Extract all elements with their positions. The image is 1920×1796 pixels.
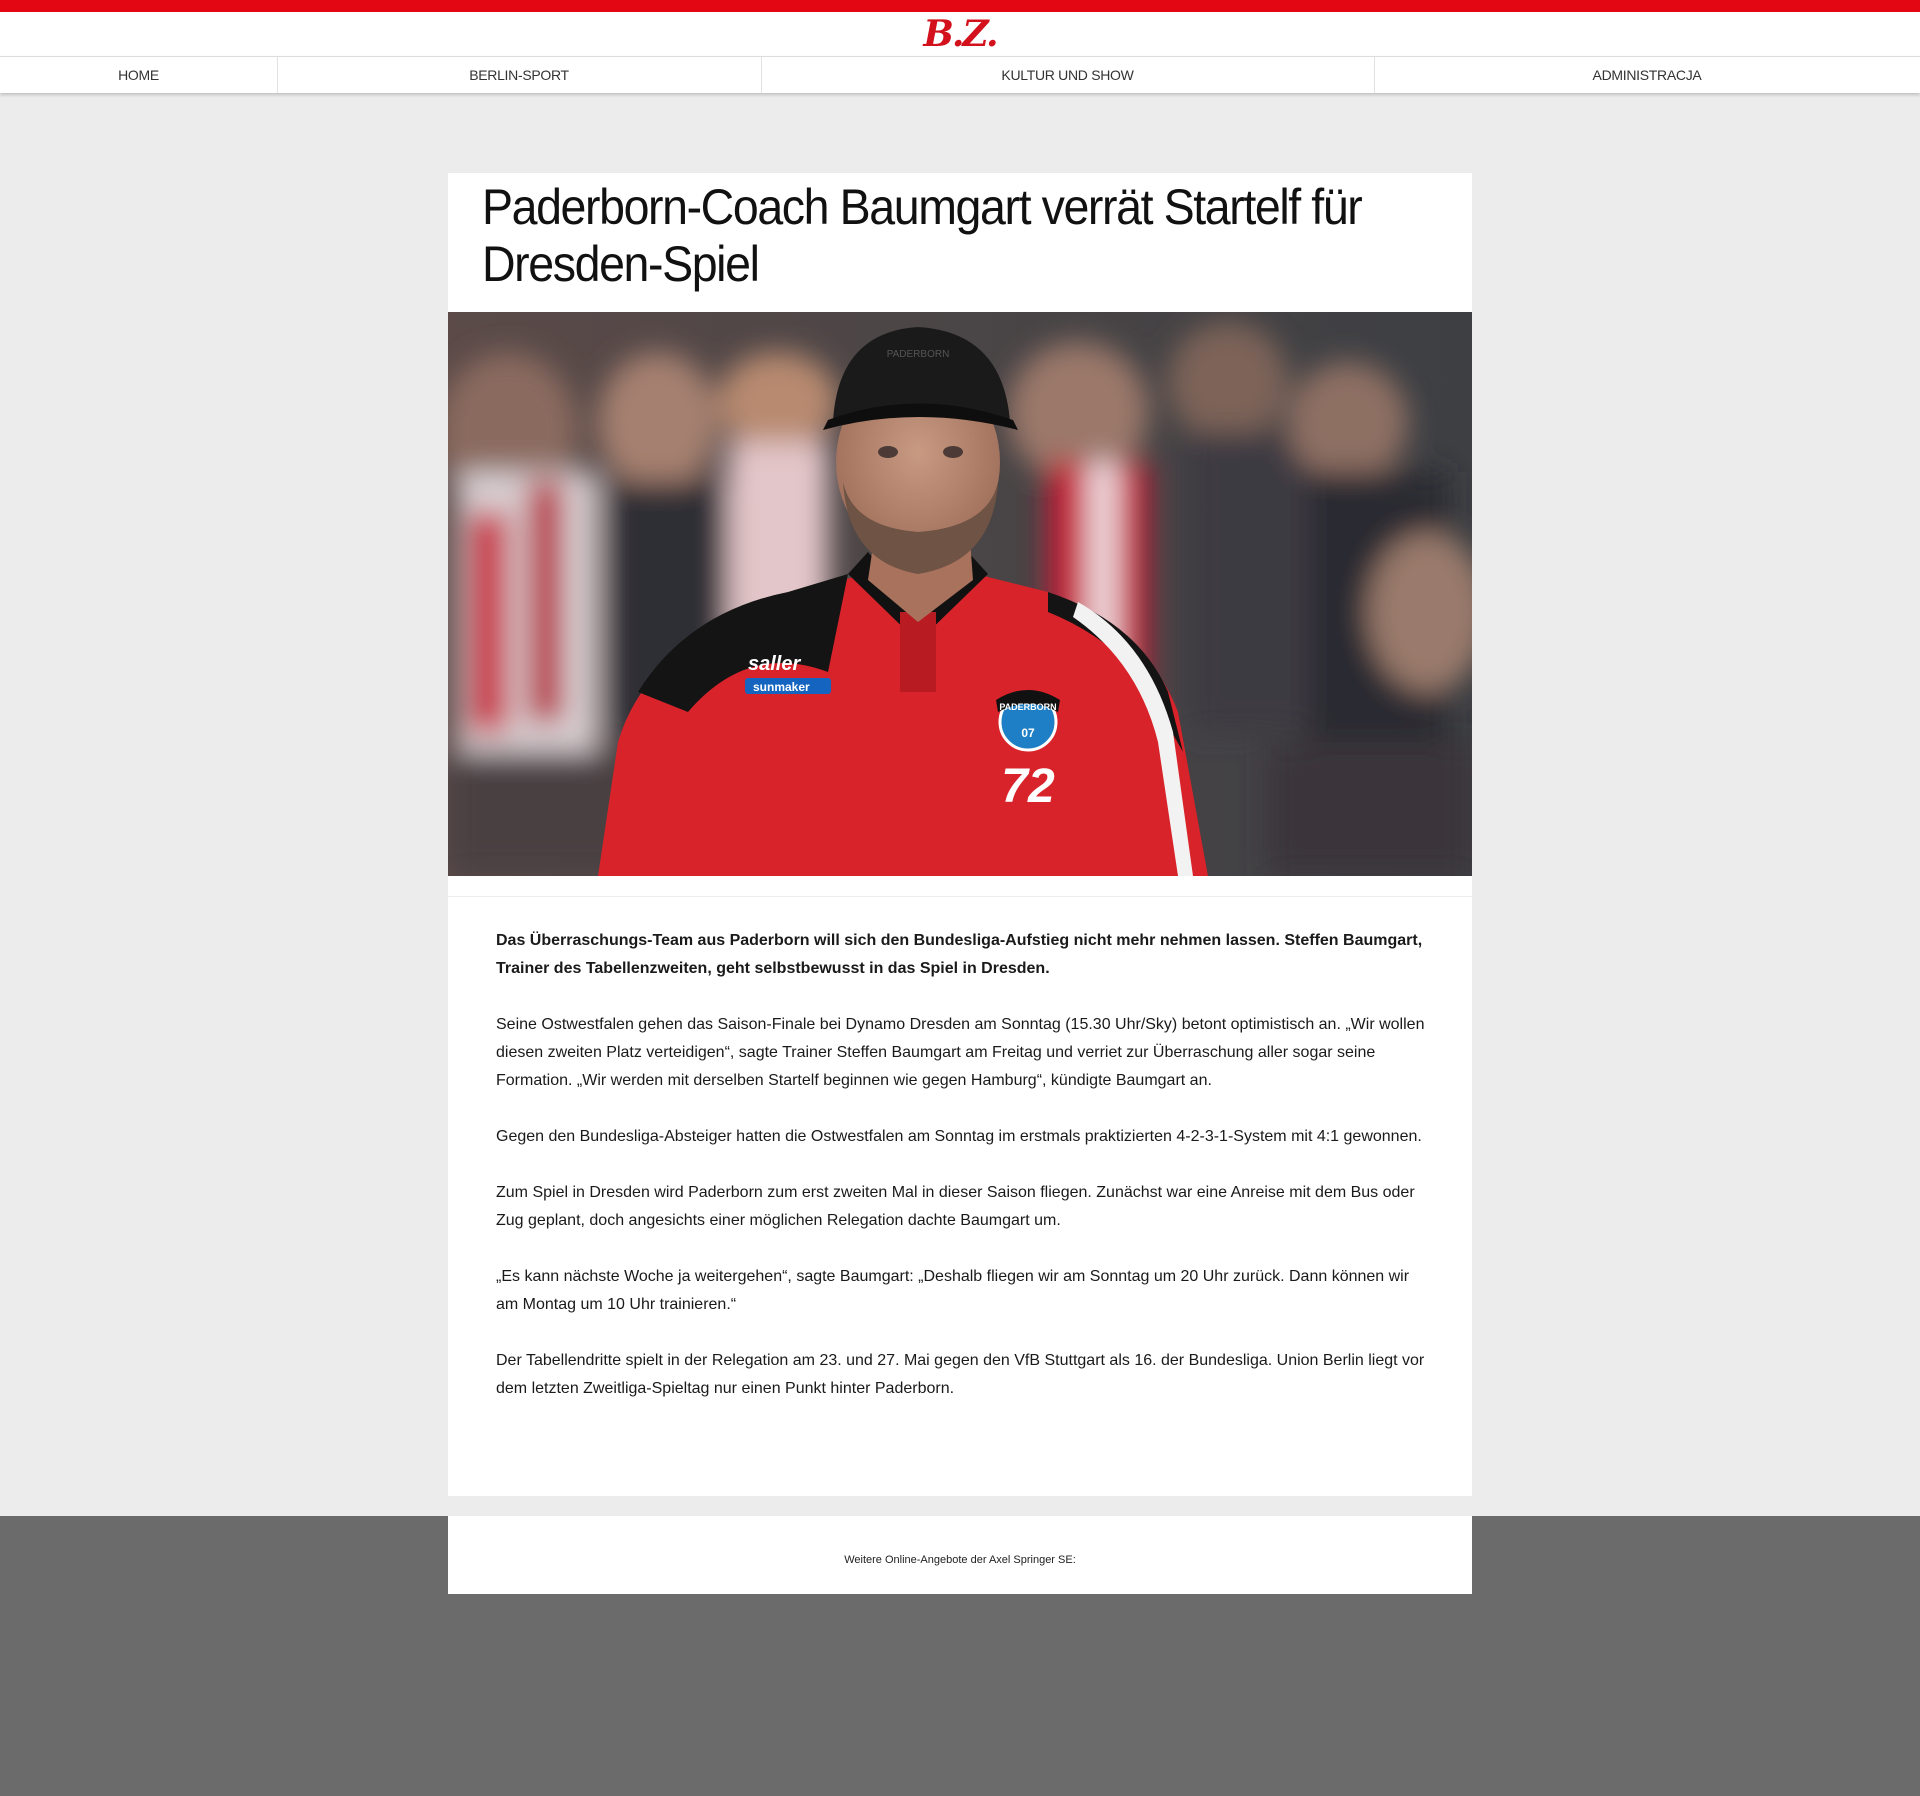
bz-logo[interactable]: B.Z.: [920, 14, 1000, 54]
article-hero-image: PADERBORN saller sunmaker PADERBORN 07 7…: [448, 312, 1472, 876]
cap-logo: PADERBORN: [887, 349, 950, 360]
article-body: Das Überraschungs-Team aus Paderborn wil…: [496, 927, 1431, 1431]
article-headline: Paderborn-Coach Baumgart verrät Startelf…: [482, 179, 1363, 292]
header: B.Z.: [0, 12, 1920, 56]
footer-text: Weitere Online-Angebote der Axel Springe…: [844, 1554, 1076, 1566]
article-card: Paderborn-Coach Baumgart verrät Startelf…: [448, 173, 1472, 1496]
article-paragraph: Der Tabellendritte spielt in der Relegat…: [496, 1352, 1425, 1397]
article-lead: Das Überraschungs-Team aus Paderborn wil…: [496, 932, 1423, 977]
club-badge-number: 07: [1021, 726, 1035, 740]
shirt-sponsor-sunmaker: sunmaker: [753, 680, 810, 694]
nav-item-kultur-und-show[interactable]: KULTUR UND SHOW: [761, 57, 1375, 93]
top-accent-bar: [0, 0, 1920, 12]
shirt-sponsor-saller: saller: [748, 653, 801, 675]
footer: Weitere Online-Angebote der Axel Springe…: [448, 1516, 1472, 1594]
article-paragraph: Seine Ostwestfalen gehen das Saison-Fina…: [496, 1016, 1425, 1089]
coach-photo: PADERBORN saller sunmaker PADERBORN 07 7…: [448, 312, 1472, 876]
article-paragraph: Zum Spiel in Dresden wird Paderborn zum …: [496, 1184, 1415, 1229]
shirt-number: 72: [1001, 760, 1055, 813]
main-nav: HOME BERLIN-SPORT KULTUR UND SHOW ADMINI…: [0, 56, 1920, 93]
nav-item-home[interactable]: HOME: [0, 57, 278, 93]
nav-item-berlin-sport[interactable]: BERLIN-SPORT: [277, 57, 762, 93]
article-paragraph: Gegen den Bundesliga-Absteiger hatten di…: [496, 1128, 1422, 1145]
divider: [448, 896, 1472, 897]
nav-item-administracja[interactable]: ADMINISTRACJA: [1374, 57, 1920, 93]
article-paragraph: „Es kann nächste Woche ja weitergehen“, …: [496, 1268, 1410, 1313]
club-badge-text: PADERBORN: [999, 702, 1056, 712]
